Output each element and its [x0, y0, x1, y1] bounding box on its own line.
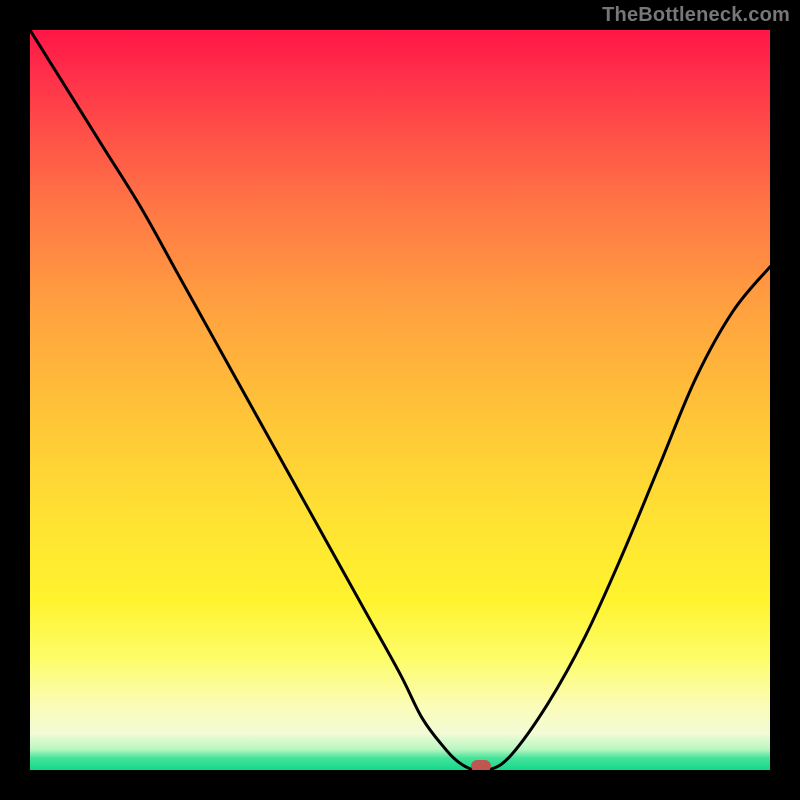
plot-area	[30, 30, 770, 770]
curve-svg	[30, 30, 770, 770]
chart-frame: TheBottleneck.com	[0, 0, 800, 800]
bottleneck-curve	[30, 30, 770, 770]
watermark-text: TheBottleneck.com	[602, 4, 790, 27]
optimum-marker	[471, 760, 491, 770]
